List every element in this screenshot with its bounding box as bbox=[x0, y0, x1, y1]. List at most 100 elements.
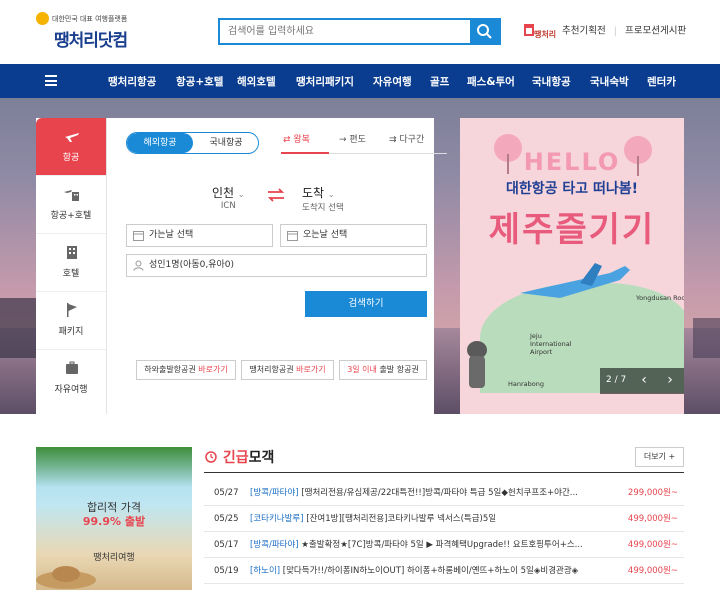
nav-item-2[interactable]: 해외호텔 bbox=[237, 74, 276, 89]
search-box bbox=[218, 18, 501, 45]
toggle-domestic[interactable]: 국내항공 bbox=[193, 133, 258, 153]
tab-hotel-label: 호텔 bbox=[62, 269, 80, 279]
promo-hello: HELLO bbox=[523, 148, 621, 176]
toggle-international[interactable]: 해외항공 bbox=[127, 133, 193, 153]
link-recommended[interactable]: 추천기획전 bbox=[562, 26, 606, 37]
trip-roundtrip[interactable]: ⇄ 왕복 bbox=[283, 132, 310, 148]
flag-icon bbox=[67, 303, 77, 317]
airplane-icon bbox=[65, 133, 79, 142]
nav-item-0[interactable]: 땡처리항공 bbox=[108, 74, 156, 89]
banner-line2: 99.9% 출발 bbox=[82, 515, 146, 528]
passenger-field[interactable]: 성인1명(아동0,유아0) bbox=[126, 254, 427, 277]
table-row[interactable]: 05/19 [하노이] [맞다득가!!/하이퐁IN하노이OUT] 하이퐁+하롱베… bbox=[204, 558, 684, 584]
promo-label-hanrabong: Hanrabong bbox=[508, 380, 544, 388]
arrival-selector[interactable]: 도착 ⌄ 도착지 선택 bbox=[302, 184, 344, 213]
trip-roundtrip-label: 왕복 bbox=[293, 135, 310, 145]
deals-title-rest: 모객 bbox=[248, 450, 275, 466]
return-date-field[interactable]: 오는날 선택 bbox=[280, 224, 427, 247]
site-header: 대한민국 대표 여행플랫폼 땡처리닷컴 땡처리 추천기획전 | 프로모션게시판 bbox=[0, 0, 720, 64]
trip-multicity[interactable]: ⇉ 다구간 bbox=[389, 132, 424, 148]
mini-logo-text: 땡처리 bbox=[534, 30, 557, 39]
nav-item-9[interactable]: 렌터카 bbox=[647, 74, 676, 89]
table-row[interactable]: 05/25 [코타키나발루] [잔여1방][땡처리전용]코타키나발루 넥서스(특… bbox=[204, 506, 684, 532]
side-promo-banner[interactable]: 합리적 가격 99.9% 출발 땡처리여행 bbox=[36, 447, 192, 590]
menu-icon[interactable] bbox=[45, 75, 57, 86]
depart-date-field[interactable]: 가는날 선택 bbox=[126, 224, 273, 247]
chip-3days-text: 출발 항공권 bbox=[376, 365, 419, 374]
chevron-left-icon[interactable]: ‹ bbox=[634, 371, 654, 391]
route-toggle: 해외항공 국내항공 bbox=[126, 132, 259, 154]
tab-free-travel-label: 자유여행 bbox=[54, 385, 88, 395]
site-logo[interactable]: 대한민국 대표 여행플랫폼 땡처리닷컴 bbox=[36, 12, 156, 52]
promo-label-airport: Jeju International Airport bbox=[530, 332, 572, 356]
trip-oneway-label: 편도 bbox=[349, 135, 366, 145]
booking-panel: 항공 항공+호텔 호텔 패키지 자유여행 해외항공 국내항공 ⇄ 왕복 → 편도 bbox=[36, 118, 447, 414]
nav-item-3[interactable]: 땡처리패키지 bbox=[296, 74, 354, 89]
chevron-right-icon[interactable]: › bbox=[660, 371, 680, 391]
deal-title-text: [땡처리전용/유심제공/22대특전!!]방콕/파타야 특급 5일◆헌치쿠프조+야… bbox=[298, 488, 578, 498]
stone-statue-icon bbox=[467, 341, 487, 388]
nav-item-4[interactable]: 자유여행 bbox=[373, 74, 412, 89]
calendar-icon bbox=[287, 231, 298, 241]
departure-selector[interactable]: 인천 ⌄ ICN bbox=[212, 184, 245, 211]
oneway-icon: → bbox=[339, 135, 350, 145]
table-row[interactable]: 05/17 [방콕/파타야] ★출발확정★[7C]방콕/파타야 5일 ▶ 파격혜… bbox=[204, 532, 684, 558]
deal-tag: [코타키나발루] bbox=[250, 514, 304, 524]
chip-discount-text: 땡처리항공권 bbox=[249, 365, 297, 374]
more-button[interactable]: 더보기 + bbox=[635, 447, 684, 467]
chip-discount[interactable]: 땡처리항공권 바로가기 bbox=[241, 360, 334, 380]
deal-title-text: [잔여1방][땡처리전용]코타키나발루 넥서스(특급)5일 bbox=[303, 514, 497, 524]
tab-package-label: 패키지 bbox=[58, 327, 84, 337]
arrival-city: 도착 bbox=[302, 186, 325, 200]
alarm-clock-icon bbox=[205, 451, 217, 463]
mini-logo[interactable]: 땡처리 bbox=[523, 22, 557, 40]
tab-flight-label: 항공 bbox=[62, 153, 80, 163]
deal-tag: [하노이] bbox=[250, 566, 281, 576]
nav-item-5[interactable]: 골프 bbox=[430, 74, 449, 89]
beach-hat-icon bbox=[36, 566, 96, 589]
promo-label-peak: Yongdusan Rock bbox=[636, 294, 684, 302]
deal-date: 05/27 bbox=[214, 488, 239, 498]
nav-item-8[interactable]: 국내숙박 bbox=[590, 74, 629, 89]
deal-price: 499,000원~ bbox=[627, 514, 678, 524]
trip-multicity-label: 다구간 bbox=[399, 135, 425, 145]
tab-hotel[interactable]: 호텔 bbox=[36, 234, 106, 292]
passenger-text: 성인1명(아동0,유아0) bbox=[149, 260, 235, 270]
table-row[interactable]: 05/27 [방콕/파타야] [땡처리전용/유심제공/22대특전!!]방콕/파타… bbox=[204, 480, 684, 506]
promo-banner[interactable]: HELLO 대한항공 타고 떠나봄! 제주즐기기 Yongdusan Rock … bbox=[460, 118, 684, 414]
multicity-icon: ⇉ bbox=[389, 135, 400, 145]
booking-sidebar: 항공 항공+호텔 호텔 패키지 자유여행 bbox=[36, 118, 107, 414]
chip-3days[interactable]: 3일 이내 출발 항공권 bbox=[339, 360, 427, 380]
tab-free-travel[interactable]: 자유여행 bbox=[36, 350, 106, 408]
promo-headline: 제주즐기기 bbox=[488, 210, 656, 250]
tab-flight-hotel[interactable]: 항공+호텔 bbox=[36, 176, 106, 234]
search-flights-button[interactable]: 검색하기 bbox=[305, 291, 427, 317]
chip-overseas-text: 하와출발항공권 bbox=[144, 365, 199, 374]
nav-item-1[interactable]: 항공+호텔 bbox=[176, 74, 223, 89]
deals-divider bbox=[204, 472, 684, 473]
search-button[interactable] bbox=[470, 20, 499, 43]
nav-item-7[interactable]: 국내항공 bbox=[532, 74, 571, 89]
deal-tag: [방콕/파타야] bbox=[250, 540, 299, 550]
chip-3days-red: 3일 이내 bbox=[347, 365, 377, 374]
tab-flight[interactable]: 항공 bbox=[36, 118, 106, 176]
departure-code: ICN bbox=[220, 201, 236, 211]
search-input[interactable] bbox=[220, 20, 470, 43]
tab-package[interactable]: 패키지 bbox=[36, 292, 106, 350]
depart-date-text: 가는날 선택 bbox=[149, 230, 194, 240]
boat-silhouette bbox=[693, 318, 720, 358]
chip-overseas[interactable]: 하와출발항공권 바로가기 bbox=[136, 360, 236, 380]
promo-page-number: 2 / 7 bbox=[606, 375, 627, 385]
deal-price: 499,000원~ bbox=[627, 566, 678, 576]
nav-item-6[interactable]: 패스&투어 bbox=[467, 74, 515, 89]
deal-title: [방콕/파타야] ★출발확정★[7C]방콕/파타야 5일 ▶ 파격혜택Upgra… bbox=[250, 532, 600, 557]
swap-icon[interactable] bbox=[266, 188, 286, 202]
trip-oneway[interactable]: → 편도 bbox=[339, 132, 366, 148]
deals-title-red: 긴급 bbox=[222, 450, 249, 466]
return-date-text: 오는날 선택 bbox=[303, 230, 348, 240]
link-promotion[interactable]: 프로모션게시판 bbox=[625, 26, 686, 37]
search-icon bbox=[477, 24, 492, 39]
deal-title-text: ★출발확정★[7C]방콕/파타야 5일 ▶ 파격혜택Upgrade!! 요트호핑… bbox=[298, 540, 583, 550]
plane-hotel-icon bbox=[64, 190, 79, 201]
promo-pager: 2 / 7 ‹ › bbox=[600, 368, 684, 394]
